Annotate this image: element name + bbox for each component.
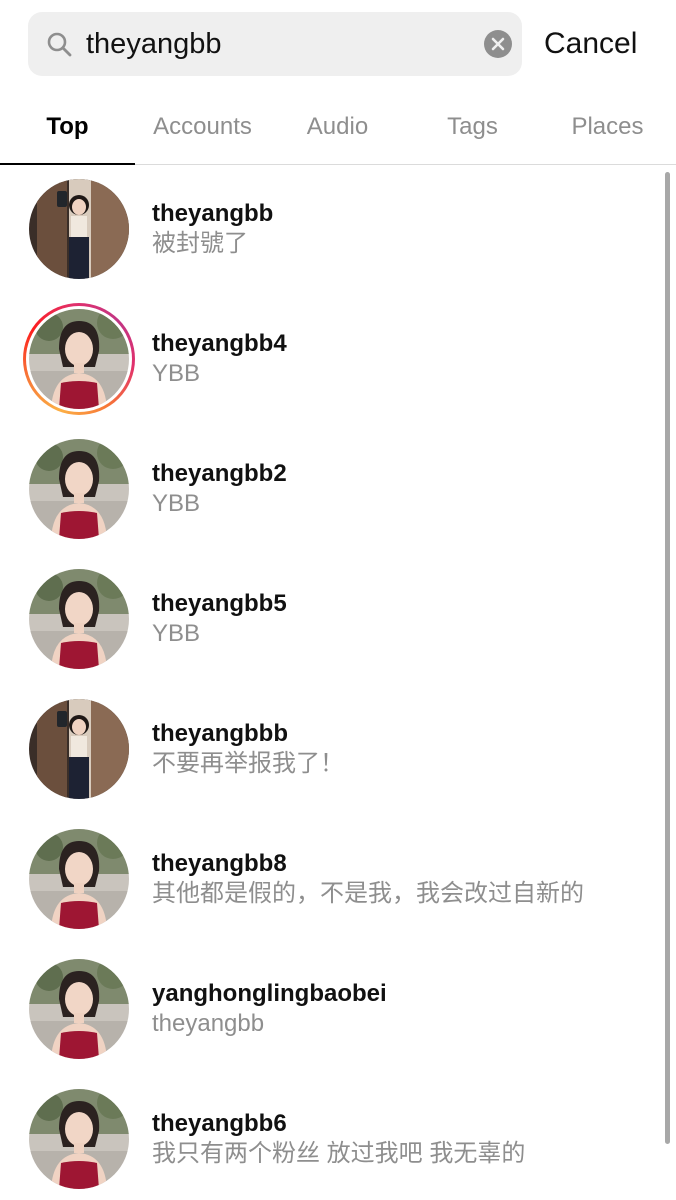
list-item[interactable]: theyangbb6 我只有两个粉丝 放过我吧 我无辜的 [0,1075,660,1200]
avatar-image [29,179,129,279]
username: theyangbb [152,200,274,227]
search-input[interactable] [86,22,476,66]
username: theyangbb5 [152,590,287,617]
avatar[interactable] [29,829,129,929]
list-item[interactable]: yanghonglingbaobei theyangbb [0,945,660,1075]
avatar[interactable] [29,959,129,1059]
list-item[interactable]: theyangbbb 不要再举报我了！ [0,685,660,815]
avatar-image [29,699,129,799]
full-name: theyangbb [152,1010,265,1037]
username: yanghonglingbaobei [152,980,387,1007]
scrollbar[interactable] [665,172,670,1144]
full-name: YBB [152,620,201,647]
full-name: 被封號了 [152,230,248,257]
avatar-image [29,309,129,409]
clear-search-icon[interactable] [484,30,512,58]
avatar[interactable] [29,1089,129,1189]
list-item[interactable]: theyangbb8 其他都是假的，不是我，我会改过自新的 [0,815,660,945]
list-item[interactable]: theyangbb5 YBB [0,555,660,685]
list-item[interactable]: theyangbb2 YBB [0,425,660,555]
full-name: 不要再举报我了！ [152,750,344,777]
avatar[interactable] [29,439,129,539]
avatar-image [29,959,129,1059]
cancel-button[interactable]: Cancel [544,26,637,62]
tab-top[interactable]: Top [0,112,135,142]
avatar[interactable] [29,699,129,799]
avatar[interactable] [29,309,129,409]
tab-audio[interactable]: Audio [270,112,405,142]
tab-tags[interactable]: Tags [405,112,540,142]
tab-accounts[interactable]: Accounts [135,112,270,142]
avatar-image [29,829,129,929]
avatar-image [29,439,129,539]
avatar[interactable] [29,569,129,669]
avatar-image [29,569,129,669]
search-tabs: Top Accounts Audio Tags Places [0,96,676,165]
full-name: 我只有两个粉丝 放过我吧 我无辜的 [152,1140,526,1167]
search-results-list: theyangbb 被封號了 theyangbb4 YBB theyangbb2… [0,165,676,1200]
search-field[interactable] [28,12,522,76]
avatar-image [29,1089,129,1189]
search-icon [47,32,72,57]
avatar[interactable] [29,179,129,279]
username: theyangbb2 [152,460,287,487]
username: theyangbb8 [152,850,287,877]
search-bar: Cancel [28,12,648,78]
full-name: YBB [152,490,201,517]
tab-places[interactable]: Places [540,112,675,142]
full-name: 其他都是假的，不是我，我会改过自新的 [152,880,584,907]
username: theyangbbb [152,720,288,747]
username: theyangbb6 [152,1110,287,1137]
list-item[interactable]: theyangbb4 YBB [0,295,660,425]
search-screen: Cancel Top Accounts Audio Tags Places th… [0,0,676,1200]
full-name: YBB [152,360,201,387]
list-item[interactable]: theyangbb 被封號了 [0,165,660,295]
username: theyangbb4 [152,330,287,357]
